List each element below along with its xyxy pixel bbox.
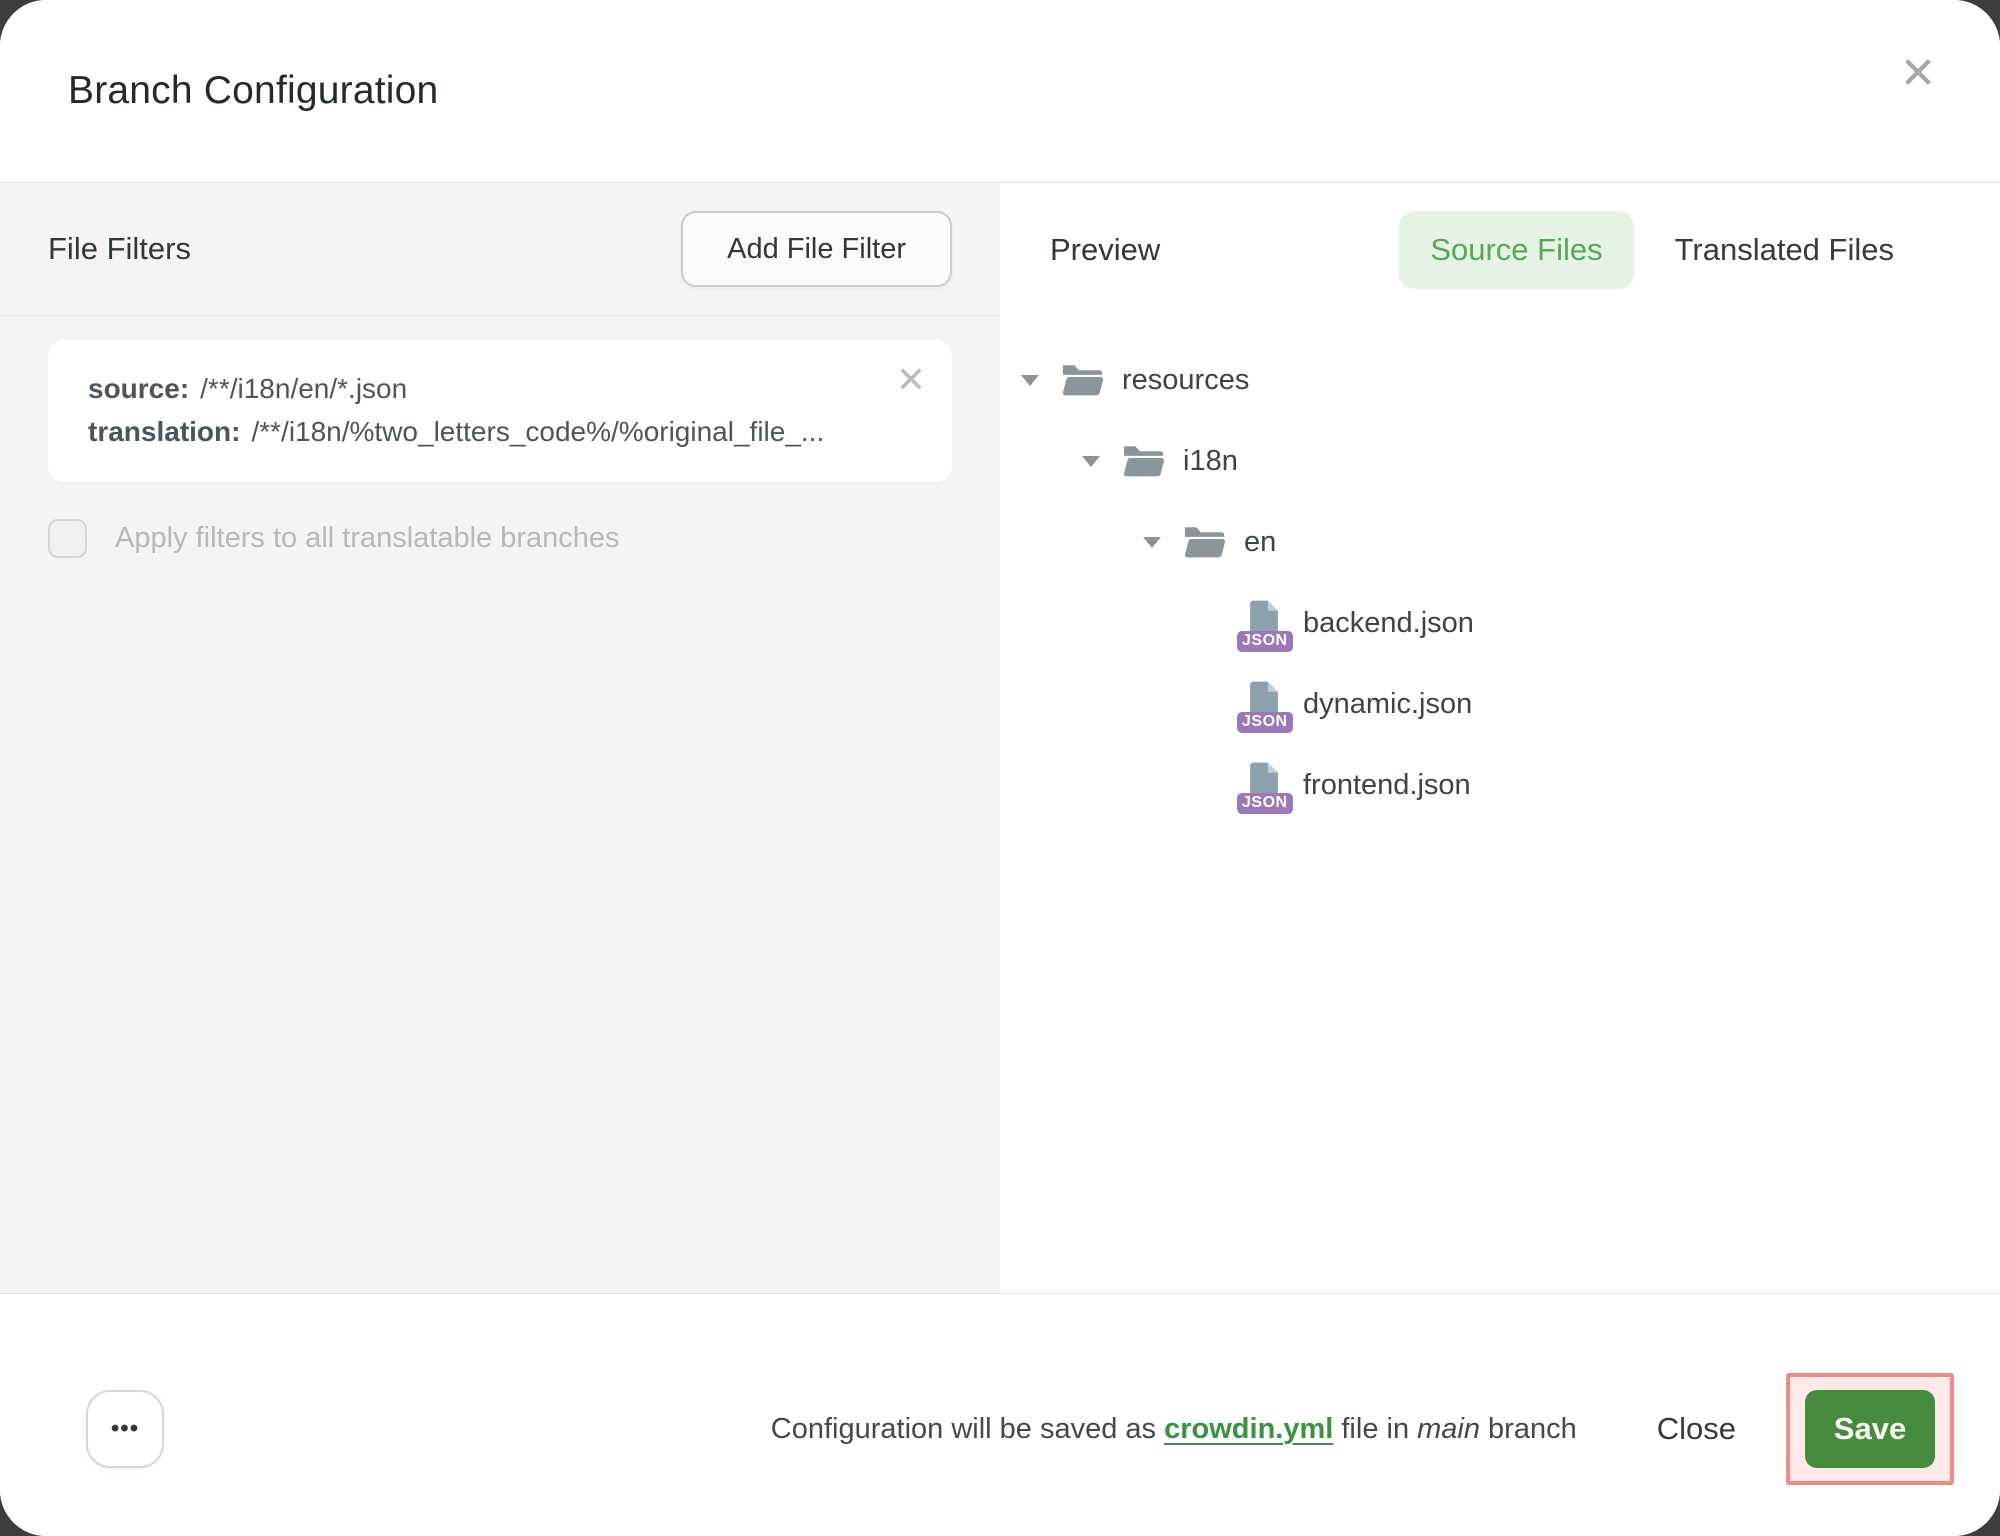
tree-item-label: frontend.json [1303, 769, 1471, 802]
tree-item-resources[interactable]: resources [1000, 340, 2000, 421]
json-file-icon: JSON [1243, 598, 1283, 650]
note-suffix: branch [1480, 1413, 1577, 1445]
dialog-footer: ••• Configuration will be saved as crowd… [0, 1293, 2000, 1536]
tree-item-label: resources [1122, 364, 1249, 397]
dialog-header: Branch Configuration ✕ [0, 0, 2000, 183]
tab-source-files[interactable]: Source Files [1399, 211, 1633, 289]
crowdin-yml-link[interactable]: crowdin.yml [1164, 1413, 1333, 1445]
tree-item-backend-json[interactable]: JSON backend.json [1000, 583, 2000, 664]
file-filters-panel: File Filters Add File Filter source: /**/… [0, 183, 1000, 1293]
page-title: Branch Configuration [68, 69, 438, 113]
json-badge: JSON [1237, 631, 1293, 652]
tree-item-label: backend.json [1303, 607, 1474, 640]
tree-item-dynamic-json[interactable]: JSON dynamic.json [1000, 664, 2000, 745]
filter-source-value: /**/i18n/en/*.json [200, 373, 407, 404]
file-filters-list: source: /**/i18n/en/*.json translation: /*… [0, 316, 1000, 558]
preview-header: Preview Source Files Translated Files [1000, 183, 2000, 316]
json-file-icon: JSON [1243, 760, 1283, 812]
remove-filter-icon[interactable]: ✕ [896, 362, 926, 398]
chevron-down-icon[interactable] [1082, 456, 1100, 467]
chevron-down-icon[interactable] [1021, 375, 1039, 386]
tree-item-en[interactable]: en [1000, 502, 2000, 583]
folder-icon [1121, 444, 1165, 479]
json-badge: JSON [1237, 712, 1293, 733]
tree-item-label: en [1244, 526, 1276, 559]
save-button[interactable]: Save [1805, 1390, 1935, 1468]
note-middle: file in [1333, 1413, 1417, 1445]
close-button[interactable]: Close [1647, 1391, 1746, 1467]
add-file-filter-button[interactable]: Add File Filter [681, 211, 952, 287]
folder-icon [1182, 525, 1226, 560]
filter-source-label: source: [88, 373, 189, 404]
dialog-body: File Filters Add File Filter source: /**/… [0, 183, 2000, 1293]
tab-translated-files[interactable]: Translated Files [1644, 211, 1925, 289]
file-tree: resources i18n en [1000, 340, 2000, 826]
filter-source-line: source: /**/i18n/en/*.json [88, 367, 912, 410]
preview-heading: Preview [1050, 232, 1160, 268]
filter-translation-line: translation: /**/i18n/%two_letters_code%/… [88, 410, 912, 453]
save-button-highlight: Save [1786, 1373, 1954, 1485]
apply-filters-checkbox[interactable] [48, 519, 87, 558]
json-file-icon: JSON [1243, 679, 1283, 731]
apply-filters-row[interactable]: Apply filters to all translatable branch… [48, 519, 952, 558]
branch-configuration-dialog: Branch Configuration ✕ File Filters Add … [0, 0, 2000, 1536]
tree-item-frontend-json[interactable]: JSON frontend.json [1000, 745, 2000, 826]
filter-translation-value: /**/i18n/%two_letters_code%/%original_fi… [251, 416, 824, 447]
filter-translation-label: translation: [88, 416, 240, 447]
preview-tabs: Source Files Translated Files [1399, 211, 1925, 289]
folder-icon [1060, 363, 1104, 398]
branch-name: main [1417, 1413, 1480, 1445]
file-filters-header: File Filters Add File Filter [0, 183, 1000, 316]
tree-item-label: dynamic.json [1303, 688, 1472, 721]
preview-panel: Preview Source Files Translated Files re… [1000, 183, 2000, 1293]
file-filters-heading: File Filters [48, 231, 191, 267]
file-filter-card[interactable]: source: /**/i18n/en/*.json translation: /*… [48, 340, 952, 482]
more-options-button[interactable]: ••• [86, 1390, 164, 1468]
note-prefix: Configuration will be saved as [771, 1413, 1164, 1445]
json-badge: JSON [1237, 793, 1293, 814]
tree-item-label: i18n [1183, 445, 1238, 478]
chevron-down-icon[interactable] [1143, 537, 1161, 548]
close-icon[interactable]: ✕ [1888, 44, 1948, 104]
tree-item-i18n[interactable]: i18n [1000, 421, 2000, 502]
apply-filters-label: Apply filters to all translatable branch… [115, 522, 620, 555]
save-location-note: Configuration will be saved as crowdin.y… [771, 1413, 1577, 1446]
